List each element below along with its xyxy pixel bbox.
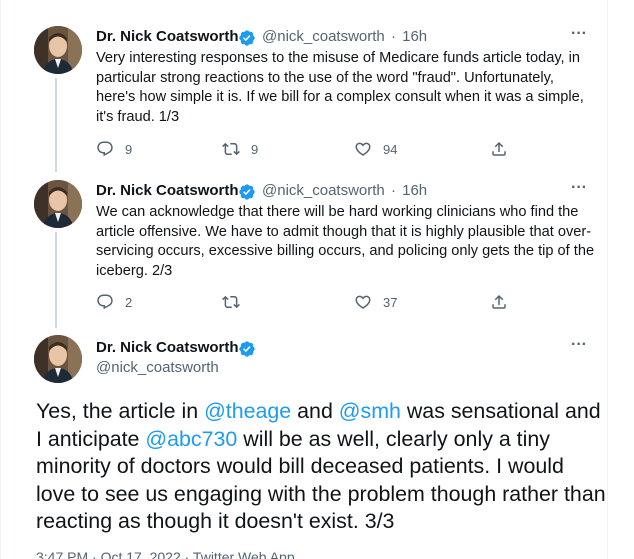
timestamp[interactable]: 16h [402,28,427,45]
like-count: 94 [383,141,398,157]
thread-connector [55,78,57,172]
separator-dot: · [390,28,396,45]
retweet-count: 9 [251,141,259,157]
retweet-button[interactable] [222,293,251,311]
retweet-icon [222,142,240,156]
tweet-meta[interactable]: 3:47 PM · Oct 17, 2022 · Twitter Web App [36,549,295,559]
avatar[interactable] [34,26,82,74]
reply-icon [97,141,113,157]
tweet-text: Very interesting responses to the misuse… [96,50,584,125]
mention-abc730[interactable]: @abc730 [145,427,237,451]
text-part: and [291,399,339,423]
retweet-icon [222,295,240,309]
like-count: 37 [383,294,398,310]
author-handle[interactable]: @nick_coatsworth [96,359,219,376]
reply-button[interactable]: 2 [96,293,132,311]
main-tweet-text: Yes, the article in @theage and @smh was… [36,398,606,536]
tweet-text: We can acknowledge that there will be ha… [96,204,595,279]
author-name[interactable]: Dr. Nick Coatsworth [96,182,239,199]
author-handle[interactable]: @nick_coatsworth [262,182,385,199]
heart-icon [355,295,371,309]
share-icon [492,294,506,309]
share-icon [492,141,506,156]
avatar[interactable] [34,335,82,383]
like-button[interactable]: 94 [354,140,397,158]
author-name[interactable]: Dr. Nick Coatsworth [96,28,239,45]
mention-theage[interactable]: @theage [204,399,291,423]
reply-icon [97,294,113,310]
more-options-icon[interactable]: ··· [571,179,587,197]
verified-badge-icon [239,30,255,46]
author-handle[interactable]: @nick_coatsworth [262,28,385,45]
like-button[interactable]: 37 [354,293,397,311]
timestamp[interactable]: 16h [402,182,427,199]
mention-smh[interactable]: @smh [339,399,401,423]
reply-count: 2 [125,294,133,310]
share-button[interactable] [490,140,508,158]
more-options-icon[interactable]: ··· [571,25,587,43]
reply-button[interactable]: 9 [96,140,132,158]
heart-icon [355,142,371,156]
separator-dot: · [390,182,396,199]
avatar[interactable] [34,180,82,228]
text-part: Yes, the article in [36,399,205,423]
reply-count: 9 [125,141,133,157]
author-name[interactable]: Dr. Nick Coatsworth [96,339,239,356]
more-options-icon[interactable]: ··· [571,336,587,354]
share-button[interactable] [490,293,508,311]
verified-badge-icon [239,341,255,357]
thread-connector [55,232,57,328]
retweet-button[interactable]: 9 [222,140,258,158]
verified-badge-icon [239,184,255,200]
frame-border-left [0,0,1,559]
frame-border-right [607,0,608,559]
